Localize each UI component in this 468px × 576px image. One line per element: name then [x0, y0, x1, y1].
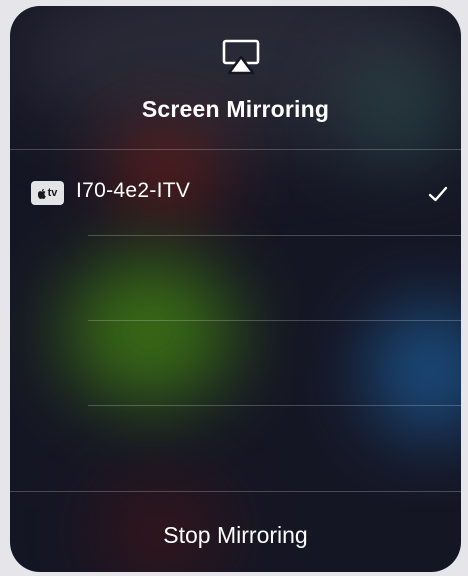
panel-header: Screen Mirroring	[10, 6, 461, 149]
device-name: I70-4e2-ITV	[76, 179, 191, 202]
checkmark-icon	[428, 186, 448, 202]
airplay-icon	[222, 39, 260, 75]
tv-badge-label: tv	[47, 187, 58, 199]
empty-device-slot	[10, 321, 461, 405]
page-title: Screen Mirroring	[141, 96, 330, 122]
stop-mirroring-label: Stop Mirroring	[163, 522, 308, 548]
apple-tv-icon: tv	[31, 181, 64, 205]
device-row-apple-tv[interactable]: tv I70-4e2-ITV	[10, 151, 461, 235]
screen-mirroring-panel: Screen Mirroring tv I70-4e2-ITV Stop Mir…	[10, 6, 461, 572]
stop-mirroring-button[interactable]: Stop Mirroring	[10, 492, 461, 572]
row-divider	[88, 405, 461, 406]
header-divider	[10, 149, 461, 150]
empty-device-slot	[10, 236, 461, 320]
screen: Screen Mirroring tv I70-4e2-ITV Stop Mir…	[0, 0, 468, 576]
